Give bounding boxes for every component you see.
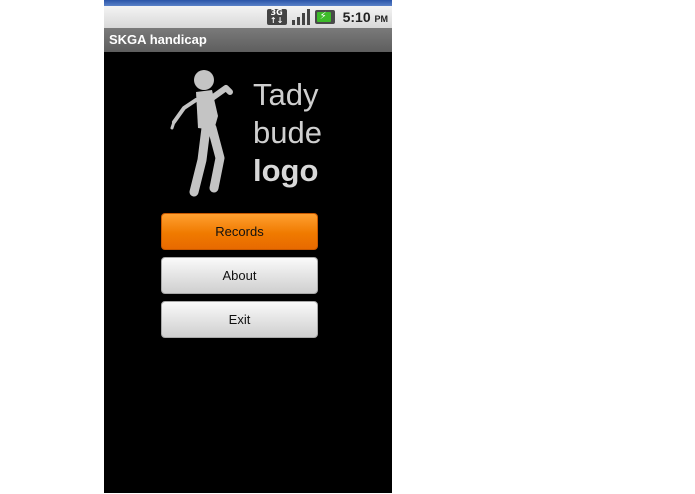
logo-placeholder-text: Tady bude logo xyxy=(253,76,322,190)
logo-line-2: bude xyxy=(253,115,322,150)
signal-strength-icon xyxy=(291,9,311,25)
3g-data-icon: 3G ↑↓ xyxy=(266,9,287,25)
about-button[interactable]: About xyxy=(161,257,318,294)
exit-button[interactable]: Exit xyxy=(161,301,318,338)
golfer-icon xyxy=(170,70,233,197)
battery-charging-icon: ⚡ xyxy=(314,10,335,24)
status-icons: 3G ↑↓ ⚡ 5:10 PM xyxy=(266,8,388,26)
logo-line-3: logo xyxy=(253,153,319,188)
app-title-bar: SKGA handicap xyxy=(104,28,392,52)
records-button[interactable]: Records xyxy=(161,213,318,250)
network-arrows-label: ↑↓ xyxy=(269,16,284,25)
status-clock: 5:10 PM xyxy=(343,9,388,25)
status-bar: 3G ↑↓ ⚡ 5:10 PM xyxy=(104,6,392,28)
app-logo: Tady bude logo xyxy=(168,68,338,198)
clock-ampm: PM xyxy=(374,14,389,24)
app-title: SKGA handicap xyxy=(109,32,207,47)
logo-line-1: Tady xyxy=(253,77,319,112)
phone-screen: 3G ↑↓ ⚡ 5:10 PM SKGA handicap Tady bude … xyxy=(104,0,392,493)
clock-time: 5:10 xyxy=(342,9,371,25)
